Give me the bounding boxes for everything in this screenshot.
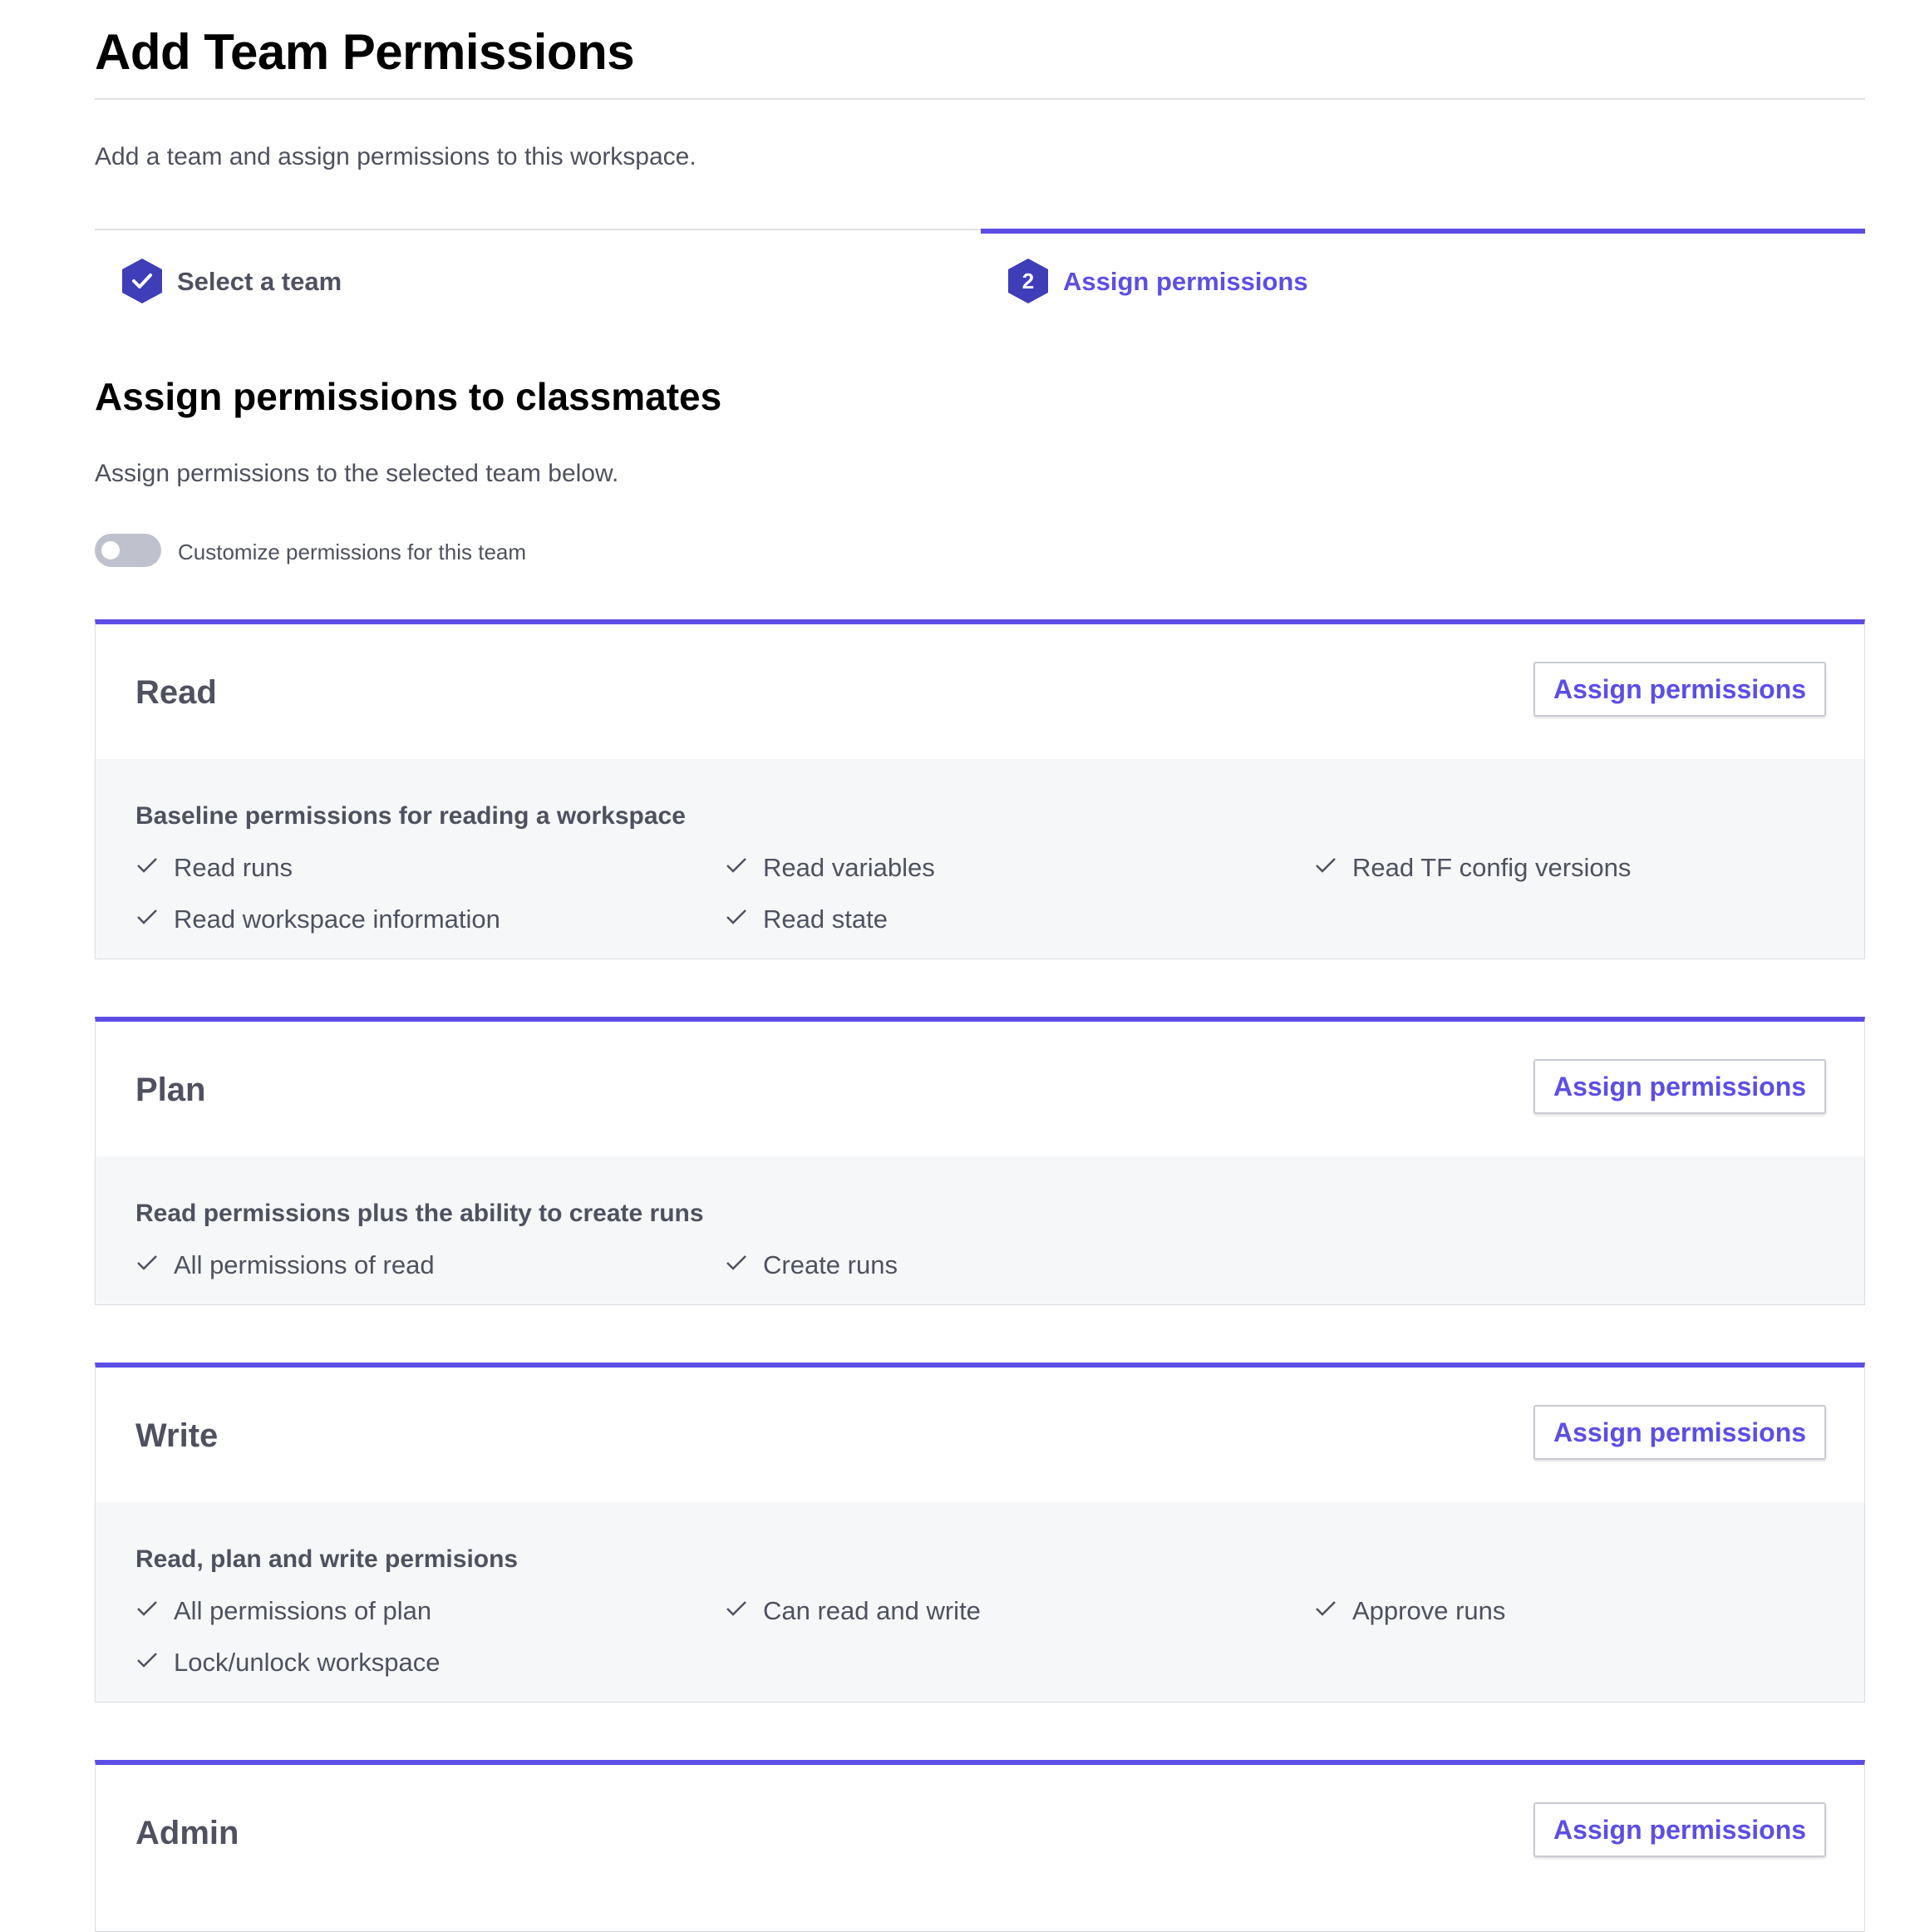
step-assign-permissions[interactable]: 2 Assign permissions	[981, 229, 1865, 317]
permission-label: All permissions of plan	[174, 1596, 432, 1625]
assign-permissions-button[interactable]: Assign permissions	[1533, 662, 1826, 717]
permission-label: Read workspace information	[174, 904, 500, 934]
permission-label: Lock/unlock workspace	[174, 1648, 441, 1677]
card-header: Write Assign permissions	[96, 1368, 1864, 1502]
permission-item: Read workspace information	[135, 900, 725, 939]
checkmark-icon	[726, 1255, 746, 1270]
permission-item: Read variables	[725, 849, 1314, 887]
step-label: Select a team	[177, 267, 342, 296]
checkmark-icon	[137, 858, 157, 873]
permission-item: All permissions of read	[135, 1246, 725, 1284]
checkmark-icon	[137, 1601, 157, 1616]
card-body: Read permissions plus the ability to cre…	[96, 1156, 1864, 1304]
permission-label: Read variables	[763, 853, 935, 882]
permission-item: Read state	[725, 900, 1314, 939]
permission-card-admin: Admin Assign permissions	[95, 1760, 1865, 1932]
title-divider	[95, 98, 1865, 100]
checkmark-icon	[726, 909, 746, 924]
permission-label: Can read and write	[763, 1596, 981, 1625]
section-title: Assign permissions to classmates	[95, 375, 722, 418]
permission-item: Can read and write	[725, 1592, 1314, 1630]
checkmark-icon	[1316, 1601, 1336, 1616]
checkmark-icon	[1316, 858, 1336, 873]
permission-item: Approve runs	[1314, 1592, 1813, 1630]
card-body: Baseline permissions for reading a works…	[96, 759, 1864, 959]
check-icon	[122, 259, 162, 303]
permission-label: Approve runs	[1352, 1596, 1506, 1625]
step-number: 2	[1022, 269, 1034, 293]
permission-label: Create runs	[763, 1250, 898, 1279]
step-label: Assign permissions	[1063, 267, 1308, 296]
permission-list: All permissions of plan Can read and wri…	[135, 1592, 1824, 1682]
checkmark-icon	[726, 1601, 746, 1616]
card-title: Admin	[135, 1815, 239, 1851]
assign-permissions-button[interactable]: Assign permissions	[1533, 1405, 1826, 1460]
checkmark-icon	[137, 1653, 157, 1668]
card-title: Read	[135, 674, 217, 711]
checkmark-icon	[137, 909, 157, 924]
stepper: Select a team 2 Assign permissions	[95, 229, 1865, 312]
card-title: Plan	[135, 1072, 206, 1108]
permission-heading: Read, plan and write permisions	[135, 1545, 519, 1573]
customize-permissions-toggle[interactable]	[95, 534, 161, 567]
step-number-icon: 2	[1008, 259, 1048, 303]
toggle-label: Customize permissions for this team	[178, 540, 527, 564]
permission-card-write: Write Assign permissions Read, plan and …	[95, 1363, 1865, 1703]
page-title: Add Team Permissions	[95, 24, 635, 80]
card-title: Write	[135, 1417, 219, 1454]
permission-card-plan: Plan Assign permissions Read permissions…	[95, 1017, 1865, 1305]
permission-item: Create runs	[725, 1246, 1314, 1284]
permission-item: Read runs	[135, 849, 725, 887]
assign-permissions-button[interactable]: Assign permissions	[1533, 1802, 1826, 1857]
permission-item: Lock/unlock workspace	[135, 1644, 725, 1682]
permission-heading: Baseline permissions for reading a works…	[135, 802, 686, 830]
checkmark-icon	[137, 1255, 157, 1270]
card-body: Read, plan and write permisions All perm…	[96, 1502, 1864, 1702]
permission-label: All permissions of read	[174, 1250, 435, 1279]
section-description: Assign permissions to the selected team …	[95, 460, 619, 487]
assign-permissions-button[interactable]: Assign permissions	[1533, 1059, 1826, 1114]
toggle-knob	[101, 541, 120, 559]
permission-label: Read runs	[174, 853, 293, 882]
permission-list: Read runs Read variables Read TF config …	[135, 849, 1824, 939]
step-select-team[interactable]: Select a team	[95, 229, 981, 313]
permission-label: Read state	[763, 904, 888, 934]
card-header: Admin Assign permissions	[96, 1765, 1864, 1900]
card-header: Read Assign permissions	[96, 624, 1864, 759]
permission-label: Read TF config versions	[1352, 853, 1632, 882]
permission-card-read: Read Assign permissions Baseline permiss…	[95, 619, 1865, 959]
page-description: Add a team and assign permissions to thi…	[95, 143, 697, 170]
permission-heading: Read permissions plus the ability to cre…	[135, 1200, 704, 1227]
permission-item: Read TF config versions	[1314, 849, 1813, 887]
checkmark-icon	[726, 858, 746, 873]
permission-item: All permissions of plan	[135, 1592, 725, 1630]
card-header: Plan Assign permissions	[96, 1022, 1864, 1156]
permission-list: All permissions of read Create runs	[135, 1246, 1824, 1284]
